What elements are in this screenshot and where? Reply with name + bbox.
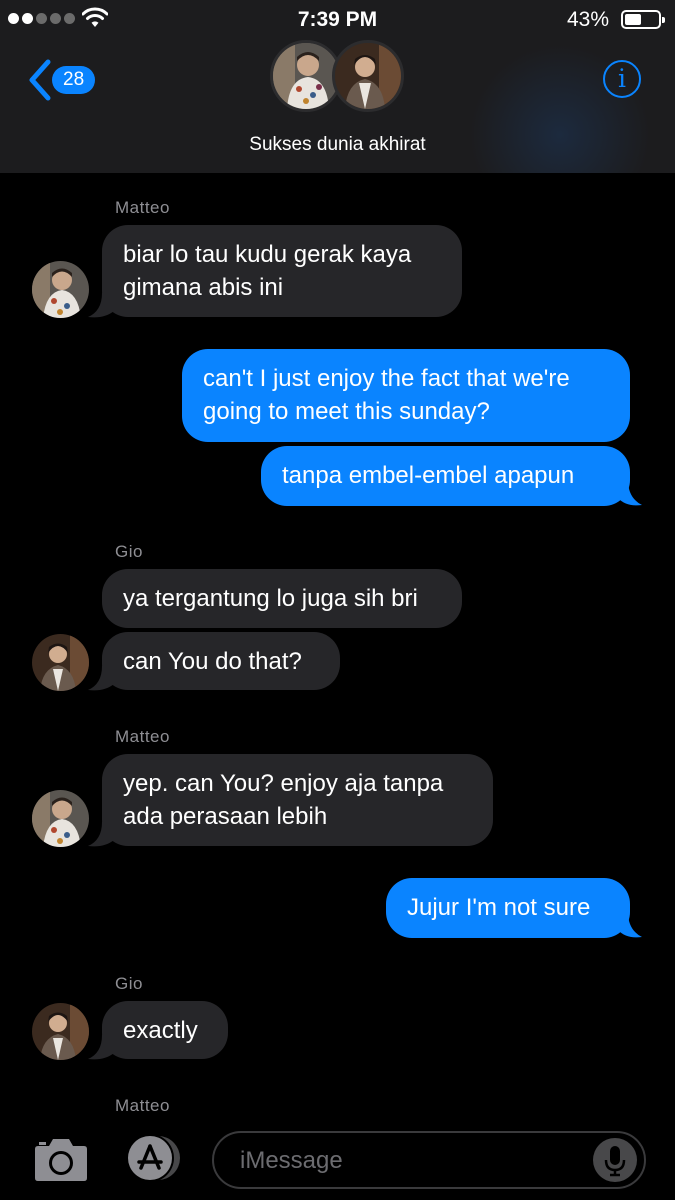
message-line: biar lo tau kudu gerak kaya <box>123 241 412 268</box>
group-name[interactable]: Sukses dunia akhirat <box>0 134 675 156</box>
message-bubble-incoming[interactable]: can You do that? <box>102 632 340 690</box>
message-line: ya tergantung lo juga sih bri <box>123 585 418 612</box>
sender-name: Matteo <box>115 1096 170 1115</box>
message-bubble-incoming[interactable]: exactly <box>102 1001 228 1059</box>
message-bubble-incoming[interactable]: ya tergantung lo juga sih bri <box>102 569 462 628</box>
sender-name: Matteo <box>115 727 170 746</box>
message-line: can't I just enjoy the fact that we're <box>203 365 570 392</box>
bubble-tail <box>618 912 642 938</box>
microphone-button[interactable] <box>593 1138 637 1182</box>
sender-name: Gio <box>115 542 143 561</box>
conversation-header: 28 Sukses dunia akhirat i <box>0 40 675 173</box>
group-avatar-gio <box>332 40 404 112</box>
message-line: going to meet this sunday? <box>203 398 490 425</box>
message-bubble-outgoing[interactable]: tanpa embel-embel apapun <box>261 446 630 506</box>
avatar-gio[interactable] <box>32 1003 89 1060</box>
unread-count-badge: 28 <box>52 66 96 94</box>
bubble-tail <box>618 480 642 506</box>
message-line: tanpa embel-embel apapun <box>282 462 575 489</box>
battery-icon <box>621 10 665 29</box>
avatar-matteo[interactable] <box>32 261 89 318</box>
info-button[interactable]: i <box>603 60 641 98</box>
back-button[interactable]: 28 <box>28 58 98 102</box>
avatar-matteo[interactable] <box>32 790 89 847</box>
message-bubble-outgoing[interactable]: can't I just enjoy the fact that we're g… <box>182 349 630 442</box>
message-line: ada perasaan lebih <box>123 803 328 830</box>
message-line: Jujur I'm not sure <box>407 894 591 921</box>
bubble-tail <box>88 822 114 847</box>
sender-name: Gio <box>115 974 143 993</box>
sender-name: Matteo <box>115 198 170 217</box>
status-bar: 7:39 PM 43% <box>0 0 675 40</box>
message-line: yep. can You? enjoy aja tanpa <box>123 770 444 797</box>
message-line: can You do that? <box>123 648 302 675</box>
message-bubble-incoming[interactable]: yep. can You? enjoy aja tanpa ada perasa… <box>102 754 493 846</box>
message-line: gimana abis ini <box>123 274 284 301</box>
message-line: exactly <box>123 1017 198 1044</box>
microphone-icon <box>604 1146 626 1177</box>
back-chevron-icon <box>29 59 51 101</box>
compose-bar <box>0 1120 675 1200</box>
avatar-gio[interactable] <box>32 634 89 691</box>
app-store-icon[interactable] <box>121 1134 181 1182</box>
bubble-tail <box>88 666 114 691</box>
message-input[interactable] <box>238 1143 582 1179</box>
message-thread[interactable]: Matteo biar lo tau kudu gerak kaya giman… <box>0 173 675 1120</box>
imessage-field[interactable] <box>212 1131 646 1189</box>
battery-percentage: 43% <box>566 8 609 31</box>
camera-icon[interactable] <box>34 1136 88 1182</box>
bubble-tail <box>88 293 114 318</box>
message-bubble-incoming[interactable]: biar lo tau kudu gerak kaya gimana abis … <box>102 225 462 317</box>
group-avatars[interactable] <box>270 40 410 120</box>
bubble-tail <box>88 1035 114 1060</box>
message-bubble-outgoing[interactable]: Jujur I'm not sure <box>386 878 630 938</box>
